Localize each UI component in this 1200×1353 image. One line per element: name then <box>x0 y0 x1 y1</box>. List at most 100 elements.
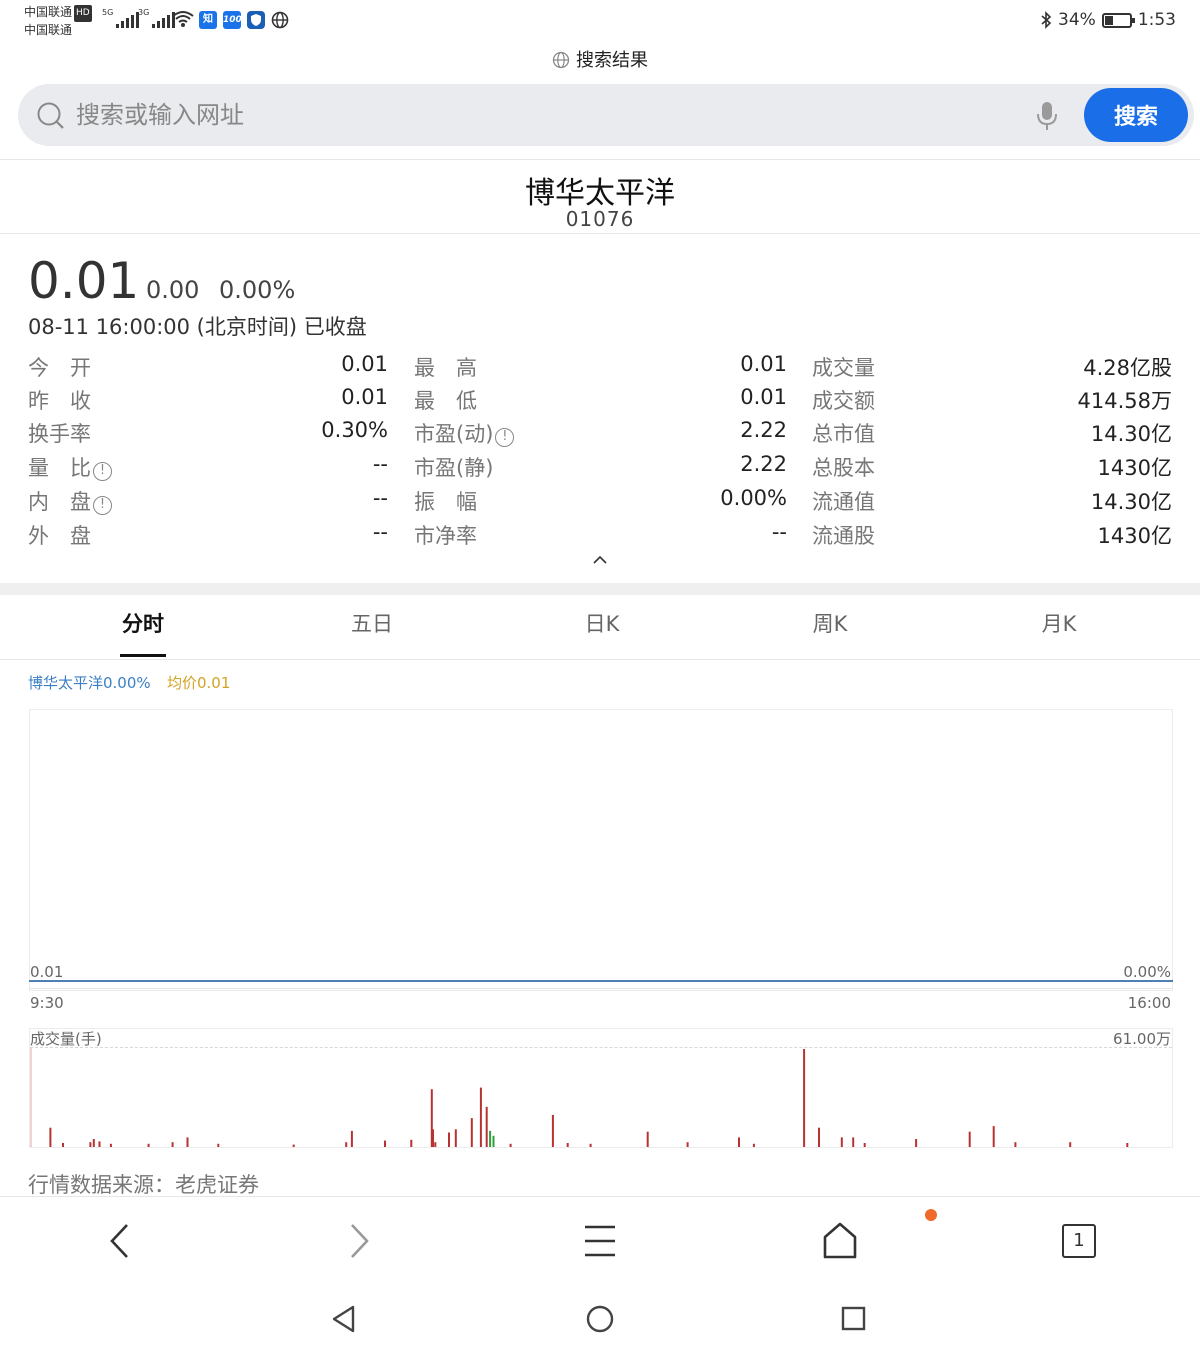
volume-bar <box>738 1137 740 1147</box>
system-navigation <box>0 1288 1200 1353</box>
stat-value: -- <box>372 486 388 510</box>
stat-label: 市盈(动) <box>414 422 494 446</box>
battery-fill <box>1104 15 1113 25</box>
menu-icon[interactable] <box>582 1219 618 1263</box>
volume-bar <box>992 1126 995 1147</box>
stat-value: 0.00% <box>720 486 787 510</box>
system-back-icon[interactable] <box>330 1304 358 1334</box>
quote-time: 08-11 16:00:00 (北京时间) 已收盘 <box>28 315 367 339</box>
carrier-info: 中国联通 HD 中国联通 <box>24 4 92 39</box>
search-button[interactable]: 搜索 <box>1084 88 1188 142</box>
volume-bar <box>410 1139 413 1147</box>
carrier-2: 中国联通 <box>24 23 73 37</box>
volume-bar <box>968 1131 971 1147</box>
search-bar: 搜索 <box>18 84 1194 146</box>
volume-bar <box>1069 1142 1072 1147</box>
volume-max-label: 61.00万 <box>1113 1030 1171 1048</box>
tab-monthly-k[interactable]: 月K <box>999 608 1119 638</box>
stat-label: 流通股 <box>812 524 875 548</box>
info-icon[interactable]: ! <box>495 428 515 447</box>
stat-label: 振 幅 <box>414 490 477 514</box>
volume-bar <box>852 1137 855 1147</box>
stats-row: 内 盘! -- 振 幅 0.00% 流通值 14.30亿 <box>0 486 1200 520</box>
stat-value: 14.30亿 <box>1090 490 1172 514</box>
collapse-chevron-icon[interactable] <box>592 554 608 566</box>
stat-value: 0.01 <box>341 385 388 409</box>
clock: 1:53 <box>1137 10 1176 30</box>
tab-intraday[interactable]: 分时 <box>83 608 203 638</box>
active-tab-indicator <box>120 654 166 657</box>
volume-bar <box>646 1131 649 1147</box>
stat-label-with-info: 市盈(动)! <box>414 418 515 448</box>
stat-label: 流通值 <box>812 490 875 514</box>
volume-title: 成交量(手) <box>30 1030 102 1048</box>
volume-bar <box>492 1135 495 1147</box>
percent-axis-label: 0.00% <box>1123 963 1171 981</box>
info-icon[interactable]: ! <box>93 496 112 515</box>
stat-label: 最 高 <box>414 356 477 380</box>
search-input[interactable] <box>76 94 976 136</box>
stat-value: -- <box>372 520 388 544</box>
browser-toolbar: 1 <box>0 1196 1200 1288</box>
info-icon[interactable]: ! <box>93 462 112 481</box>
volume-bar <box>479 1087 482 1147</box>
system-recents-icon[interactable] <box>841 1306 867 1332</box>
stat-value: 0.01 <box>740 385 787 409</box>
globe-icon <box>552 51 570 69</box>
tab-five-day[interactable]: 五日 <box>312 608 432 638</box>
stat-value: 1430亿 <box>1097 524 1172 548</box>
volume-bar <box>840 1137 843 1147</box>
stat-label: 外 盘 <box>28 524 91 548</box>
price-change-percent: 0.00% <box>219 276 296 304</box>
signal-icon-2: 3G <box>138 8 176 28</box>
section-separator <box>0 583 1200 595</box>
tab-weekly-k[interactable]: 周K <box>770 608 890 638</box>
stat-value: 4.28亿股 <box>1083 356 1172 380</box>
volume-bar <box>509 1143 512 1147</box>
volume-bar <box>686 1142 689 1147</box>
battery-percent: 34% <box>1058 10 1096 30</box>
wifi-icon <box>172 11 194 27</box>
price-line <box>29 980 1173 982</box>
volume-bar <box>489 1130 492 1147</box>
stats-row: 量 比! -- 市盈(静) 2.22 总股本 1430亿 <box>0 452 1200 486</box>
data-source: 行情数据来源：老虎证券 <box>28 1173 259 1197</box>
forward-icon[interactable] <box>344 1219 374 1263</box>
volume-bar <box>863 1143 866 1147</box>
stat-label: 内 盘 <box>28 490 91 514</box>
microphone-icon[interactable] <box>1036 100 1058 132</box>
system-home-icon[interactable] <box>585 1304 615 1334</box>
volume-bar <box>551 1114 554 1147</box>
time-end-label: 16:00 <box>1127 994 1171 1012</box>
time-start-label: 9:30 <box>30 994 64 1012</box>
zhihu-app-icon: 知 <box>199 11 217 29</box>
page-label-text: 搜索结果 <box>576 50 648 71</box>
home-icon[interactable] <box>820 1219 860 1263</box>
volume-bar <box>803 1049 806 1147</box>
volume-bar <box>171 1142 174 1147</box>
volume-bar <box>350 1130 353 1147</box>
volume-bar <box>589 1143 592 1147</box>
page-label: 搜索结果 <box>0 46 1200 72</box>
stat-value: 0.01 <box>740 352 787 376</box>
globe-status-icon <box>271 11 289 29</box>
price-chart[interactable] <box>29 709 1173 991</box>
volume-bar <box>566 1143 569 1147</box>
tab-daily-k[interactable]: 日K <box>542 608 662 638</box>
stat-value: -- <box>372 452 388 476</box>
stat-value: 2.22 <box>740 418 787 442</box>
battery-icon <box>1101 12 1135 28</box>
stat-value: 1430亿 <box>1097 456 1172 480</box>
stat-label: 总市值 <box>812 422 875 446</box>
volume-bar <box>430 1089 433 1147</box>
tabs-counter-icon[interactable]: 1 <box>1062 1224 1096 1258</box>
status-right: 34% 1:53 <box>1040 10 1176 30</box>
back-icon[interactable] <box>104 1219 134 1263</box>
stat-label: 成交额 <box>812 389 875 413</box>
signal-icon: 5G <box>102 8 140 28</box>
stock-code: 01076 <box>565 207 635 231</box>
volume-bar <box>454 1129 457 1147</box>
volume-bar <box>470 1118 473 1147</box>
network-type-1: 5G <box>102 8 114 17</box>
stat-label: 总股本 <box>812 456 875 480</box>
